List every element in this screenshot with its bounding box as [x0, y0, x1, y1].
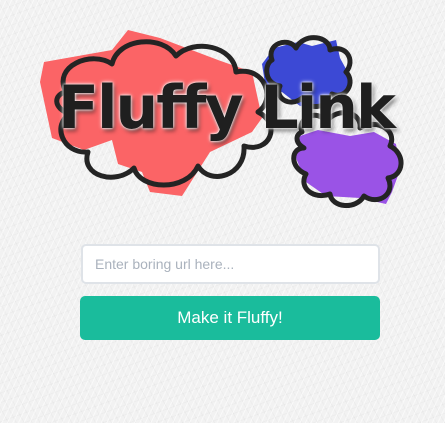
url-input[interactable]	[81, 244, 380, 284]
fluffy-link-logo: Fluffy Link	[0, 0, 445, 230]
logo-title: Fluffy Link	[58, 73, 396, 143]
make-it-fluffy-button[interactable]: Make it Fluffy!	[80, 296, 380, 340]
